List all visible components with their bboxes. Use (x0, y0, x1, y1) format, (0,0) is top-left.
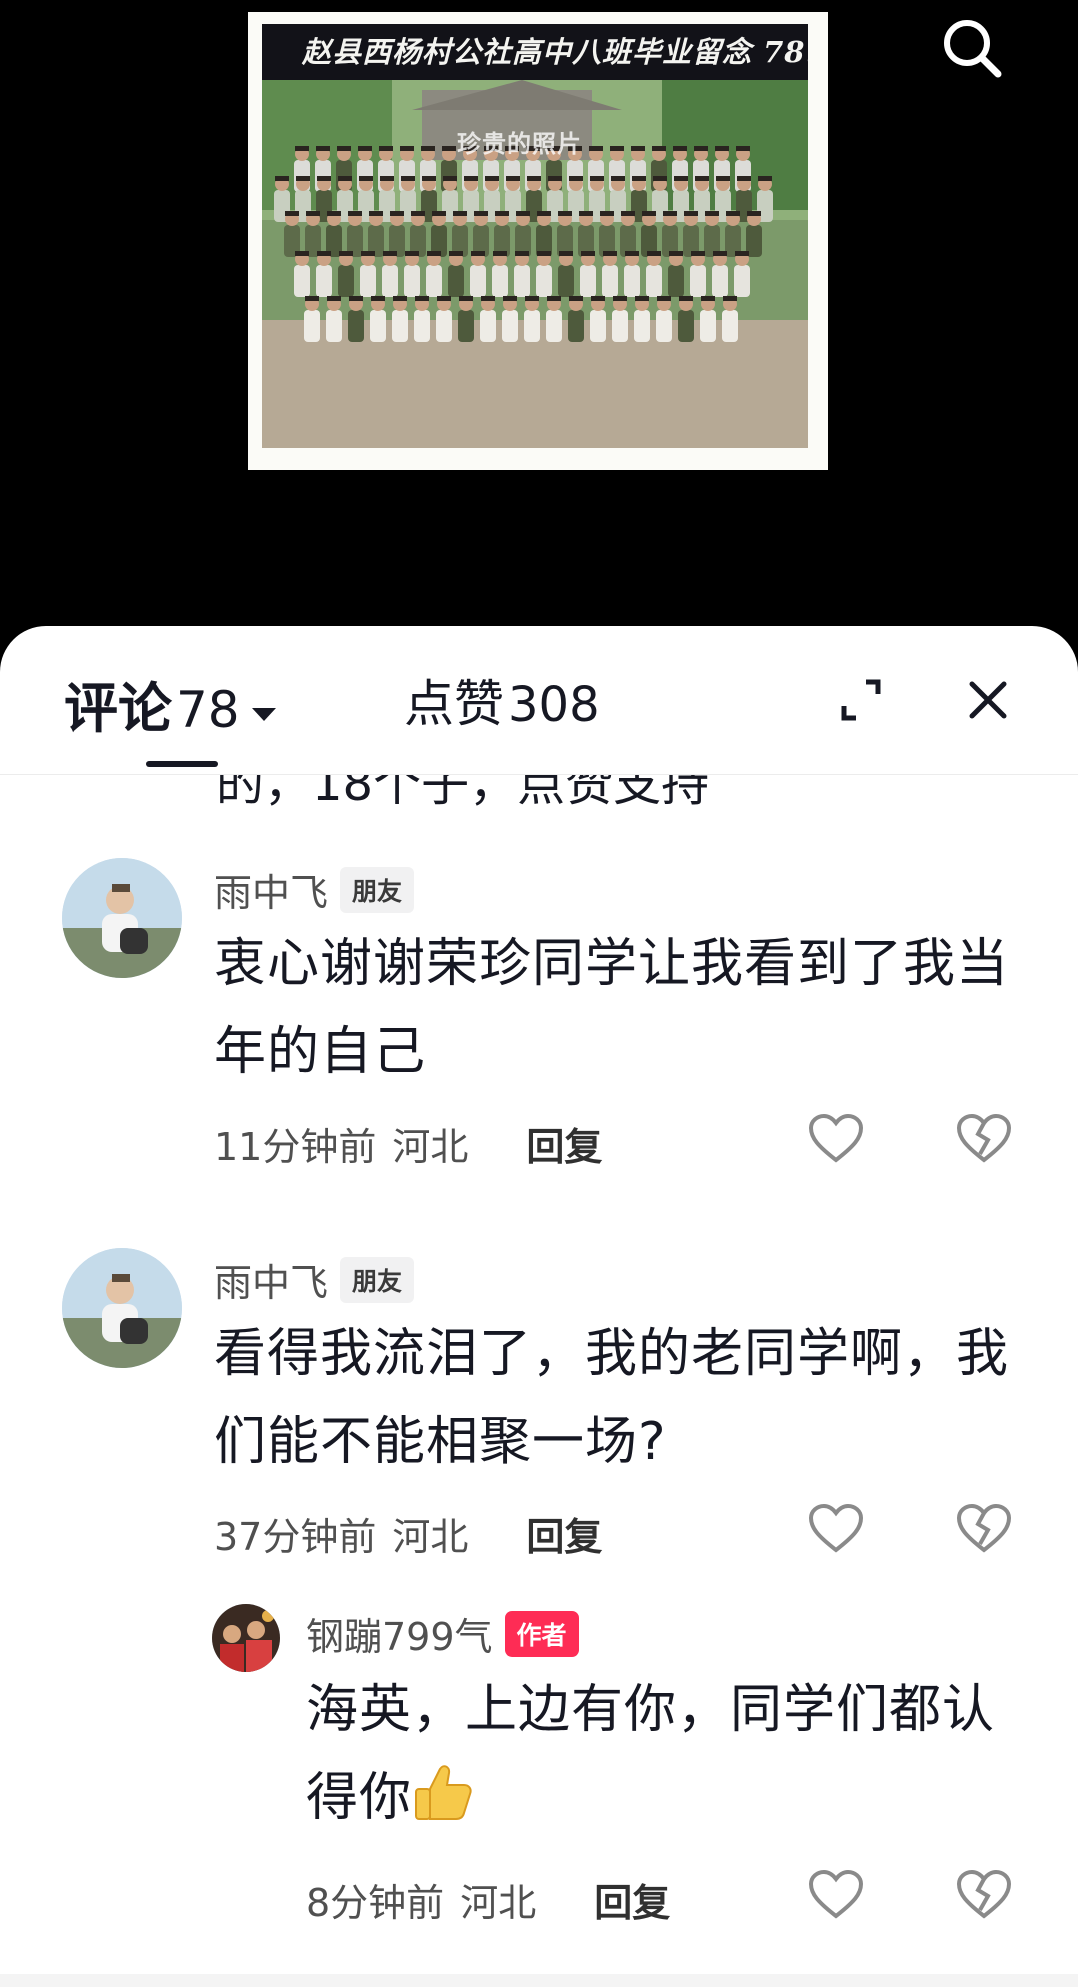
reply-item: 钢蹦799气 作者 海英，上边有你，同学们都认得你 8分钟前 河北 回复 (0, 1604, 1078, 1927)
heart-icon[interactable] (808, 1114, 864, 1164)
reply-meta: 8分钟前 河北 回复 (306, 1872, 670, 1927)
caret-down-icon[interactable] (251, 708, 276, 721)
close-icon[interactable] (960, 672, 1016, 728)
active-tab-indicator (146, 761, 218, 767)
comment-text: 看得我流泪了，我的老同学啊，我们能不能相聚一场? (214, 1324, 1010, 1472)
reply-button[interactable]: 回复 (594, 1872, 670, 1927)
avatar[interactable] (212, 1604, 280, 1672)
comment-time: 37分钟前 (214, 1515, 377, 1559)
comment-time: 11分钟前 (214, 1125, 377, 1169)
avatar-image (62, 1248, 182, 1368)
comment-username[interactable]: 雨中飞 (214, 862, 328, 917)
comment-header: 雨中飞 朋友 (214, 862, 415, 917)
reply-header: 钢蹦799气 作者 (306, 1606, 579, 1661)
photo-caption: 赵县西杨村公社高中八班毕业留念 78.6 (262, 24, 808, 80)
reply-text-block: 海英，上边有你，同学们都认得你 (306, 1666, 1006, 1842)
tab-likes-label: 点赞 (404, 675, 504, 733)
reply-username[interactable]: 钢蹦799气 (306, 1606, 493, 1661)
tab-likes[interactable]: 点赞 308 (404, 664, 600, 744)
friend-badge: 朋友 (340, 866, 415, 913)
reply-button[interactable]: 回复 (526, 1506, 602, 1561)
comment-text: 衷心谢谢荣珍同学让我看到了我当年的自己 (214, 934, 1010, 1082)
heart-icon[interactable] (808, 1504, 864, 1554)
sheet-header: 评论 78 点赞 308 (0, 626, 1078, 775)
avatar[interactable] (62, 1248, 182, 1368)
bottom-bar (0, 1974, 1078, 1987)
expand-icon[interactable] (836, 674, 886, 726)
class-photo[interactable]: 赵县西杨村公社高中八班毕业留念 78.6 珍贵的照片 (248, 12, 828, 470)
search-icon[interactable] (936, 12, 1008, 84)
broken-heart-icon[interactable] (956, 1504, 1012, 1554)
reply-text: 海英，上边有你，同学们都认得你 (306, 1680, 996, 1828)
tab-likes-count: 308 (508, 677, 600, 733)
comment-item: 雨中飞 朋友 看得我流泪了，我的老同学啊，我们能不能相聚一场? 37分钟前 河北… (0, 1248, 1078, 1559)
comment-location: 河北 (392, 1515, 469, 1559)
tab-comments[interactable]: 评论 78 (64, 664, 276, 744)
avatar-image (212, 1604, 280, 1672)
post-media: 赵县西杨村公社高中八班毕业留念 78.6 珍贵的照片 (0, 0, 1078, 640)
comment-location: 河北 (392, 1125, 469, 1169)
tab-comments-count: 78 (176, 681, 240, 739)
comments-sheet: 的，18个子，点赞支持 评论 78 点赞 308 雨中飞 朋友 衷心谢谢荣珍同学… (0, 626, 1078, 1987)
reply-time: 8分钟前 (306, 1881, 445, 1925)
reply-button[interactable]: 回复 (526, 1116, 602, 1171)
heart-icon[interactable] (808, 1870, 864, 1920)
photo-image: 赵县西杨村公社高中八班毕业留念 78.6 珍贵的照片 (262, 24, 808, 448)
broken-heart-icon[interactable] (956, 1870, 1012, 1920)
comment-meta: 11分钟前 河北 回复 (214, 1116, 602, 1171)
avatar[interactable] (62, 858, 182, 978)
thumbs-up-emoji (415, 1765, 472, 1820)
author-badge: 作者 (504, 1610, 579, 1657)
photo-watermark: 珍贵的照片 (457, 130, 582, 158)
friend-badge: 朋友 (340, 1256, 415, 1303)
comment-username[interactable]: 雨中飞 (214, 1252, 328, 1307)
avatar-image (62, 858, 182, 978)
comment-item: 雨中飞 朋友 衷心谢谢荣珍同学让我看到了我当年的自己 11分钟前 河北 回复 (0, 858, 1078, 1169)
reply-location: 河北 (460, 1881, 537, 1925)
broken-heart-icon[interactable] (956, 1114, 1012, 1164)
comment-header: 雨中飞 朋友 (214, 1252, 415, 1307)
comment-meta: 37分钟前 河北 回复 (214, 1506, 602, 1561)
tab-comments-label: 评论 (64, 677, 172, 740)
